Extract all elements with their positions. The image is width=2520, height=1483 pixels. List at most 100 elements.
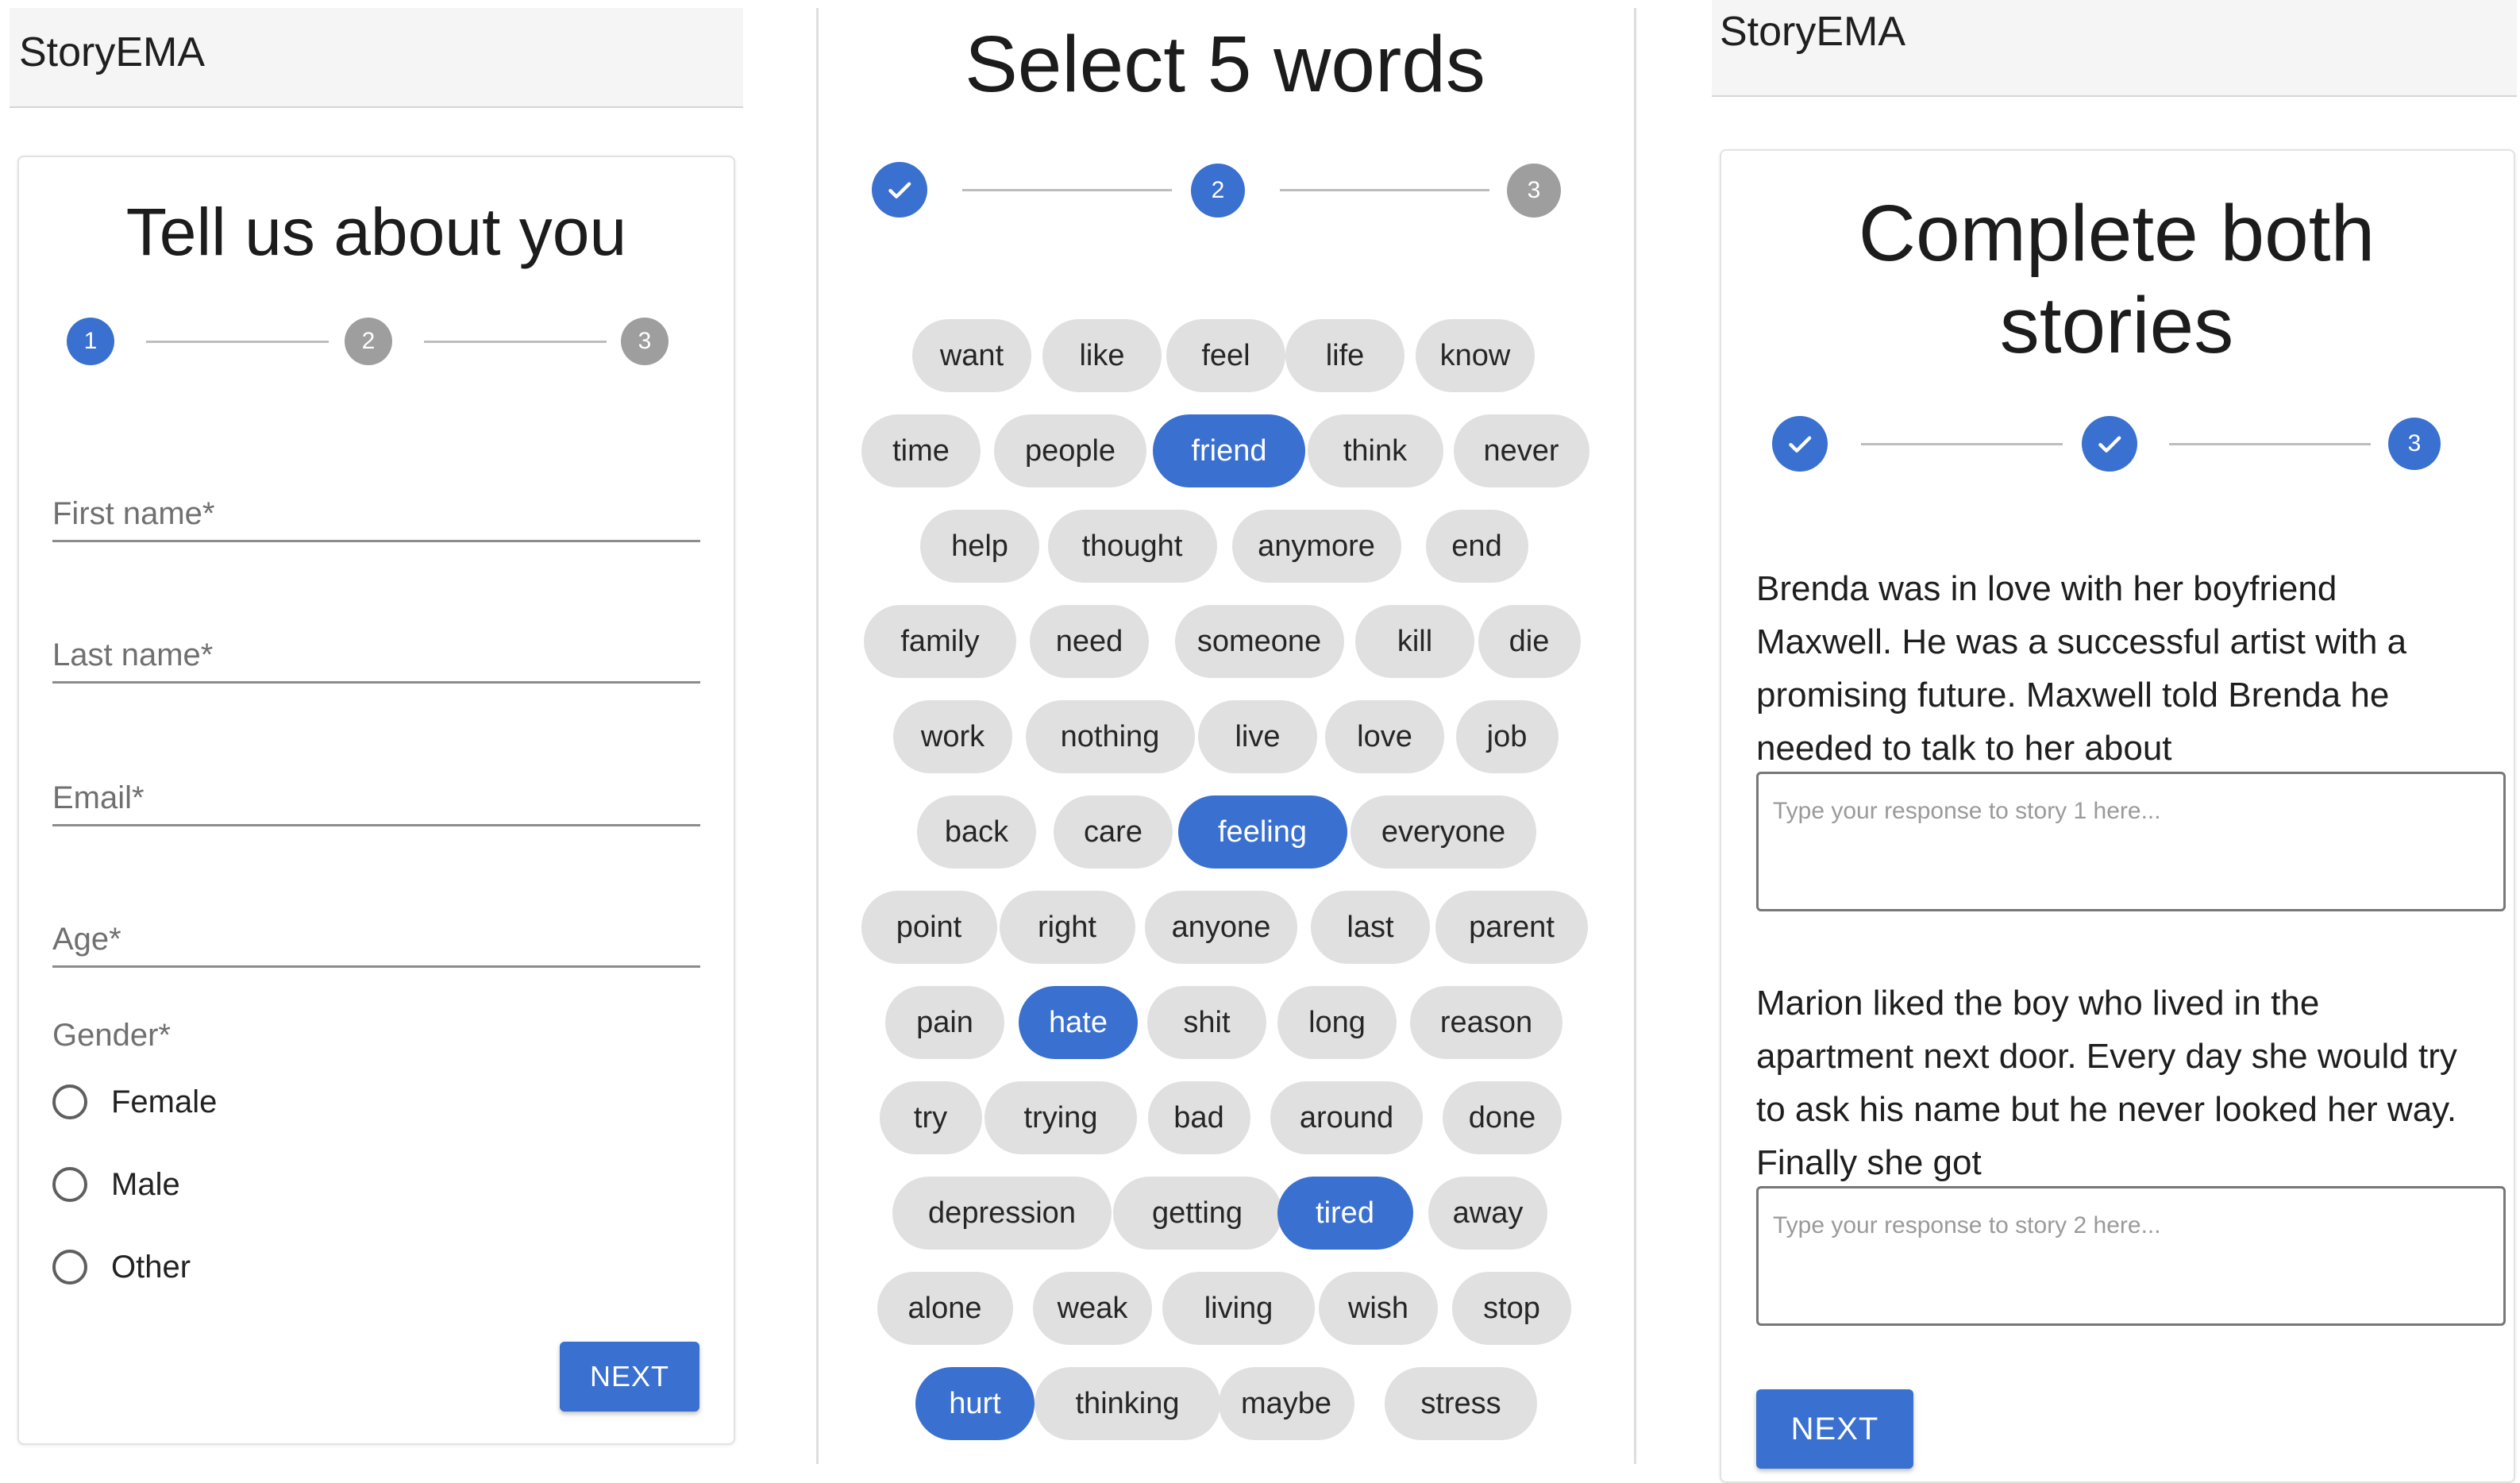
story-2-text: Marion liked the boy who lived in the ap… xyxy=(1756,984,2457,1182)
step-2-indicator: 2 xyxy=(345,318,392,365)
word-chip-trying[interactable]: trying xyxy=(984,1081,1137,1154)
word-chip-care[interactable]: care xyxy=(1054,795,1173,869)
word-chip-shit[interactable]: shit xyxy=(1147,986,1266,1059)
word-chip-never[interactable]: never xyxy=(1453,414,1589,487)
word-chip-right[interactable]: right xyxy=(999,891,1135,964)
app-bar-panel1: StoryEMA xyxy=(10,8,743,108)
word-chip-maybe[interactable]: maybe xyxy=(1218,1367,1354,1440)
step-connector xyxy=(962,189,1172,191)
stories-heading-line2: stories xyxy=(1999,281,2234,370)
step-connector xyxy=(1861,443,2063,445)
word-chip-feeling[interactable]: feeling xyxy=(1177,795,1347,869)
step-connector xyxy=(2169,443,2371,445)
stories-heading-line1: Complete both xyxy=(1858,189,2376,278)
word-chip-back[interactable]: back xyxy=(917,795,1036,869)
word-chip-think[interactable]: think xyxy=(1307,414,1443,487)
word-chip-tired[interactable]: tired xyxy=(1277,1177,1413,1250)
word-chip-want[interactable]: want xyxy=(912,319,1031,392)
gender-option-other[interactable]: Other xyxy=(52,1246,191,1288)
word-chip-people[interactable]: people xyxy=(994,414,1146,487)
word-chip-stop[interactable]: stop xyxy=(1452,1272,1571,1345)
gender-option-male[interactable]: Male xyxy=(52,1164,180,1205)
word-chip-bad[interactable]: bad xyxy=(1147,1081,1250,1154)
select-words-heading: Select 5 words xyxy=(965,20,1485,109)
word-chip-life[interactable]: life xyxy=(1285,319,1404,392)
radio-label-female: Female xyxy=(111,1084,218,1119)
stories-heading: Complete both stories xyxy=(1720,187,2514,372)
word-chip-parent[interactable]: parent xyxy=(1435,891,1588,964)
about-you-heading: Tell us about you xyxy=(125,195,627,269)
next-button-panel1[interactable]: NEXT xyxy=(560,1342,699,1412)
step-3-indicator: 3 xyxy=(621,318,669,365)
word-chip-end[interactable]: end xyxy=(1425,510,1528,583)
word-chip-know[interactable]: know xyxy=(1416,319,1535,392)
check-icon xyxy=(2098,436,2121,453)
word-chip-die[interactable]: die xyxy=(1478,605,1581,678)
word-chip-weak[interactable]: weak xyxy=(1033,1272,1152,1345)
word-chip-last[interactable]: last xyxy=(1311,891,1430,964)
word-chip-thinking[interactable]: thinking xyxy=(1035,1367,1220,1440)
word-chip-live[interactable]: live xyxy=(1198,700,1317,773)
word-chip-need[interactable]: need xyxy=(1030,605,1149,678)
radio-other[interactable] xyxy=(52,1250,87,1285)
word-chip-pain[interactable]: pain xyxy=(885,986,1004,1059)
word-chip-friend[interactable]: friend xyxy=(1153,414,1305,487)
word-chip-done[interactable]: done xyxy=(1443,1081,1562,1154)
word-chip-away[interactable]: away xyxy=(1428,1177,1547,1250)
last-name-field[interactable]: Last name* xyxy=(52,626,700,684)
story-2-response-input[interactable] xyxy=(1756,1186,2506,1326)
word-chip-family[interactable]: family xyxy=(864,605,1016,678)
radio-label-other: Other xyxy=(111,1249,191,1285)
first-name-label: First name* xyxy=(52,496,215,531)
word-chip-getting[interactable]: getting xyxy=(1112,1177,1282,1250)
word-chip-kill[interactable]: kill xyxy=(1355,605,1474,678)
word-chip-everyone[interactable]: everyone xyxy=(1351,795,1536,869)
word-chip-reason[interactable]: reason xyxy=(1410,986,1562,1059)
word-chip-thought[interactable]: thought xyxy=(1047,510,1217,583)
word-chip-time[interactable]: time xyxy=(861,414,981,487)
gender-label: Gender* xyxy=(52,1018,171,1053)
word-chip-hurt[interactable]: hurt xyxy=(915,1367,1035,1440)
step-connector xyxy=(424,341,607,343)
step-connector xyxy=(146,341,329,343)
word-chip-alone[interactable]: alone xyxy=(877,1272,1013,1345)
word-chip-job[interactable]: job xyxy=(1455,700,1559,773)
panel-divider xyxy=(1634,8,1636,1464)
word-chip-try[interactable]: try xyxy=(879,1081,982,1154)
word-chip-hate[interactable]: hate xyxy=(1019,986,1138,1059)
word-chip-stress[interactable]: stress xyxy=(1385,1367,1537,1440)
story-1-text: Brenda was in love with her boyfriend Ma… xyxy=(1756,569,2407,768)
word-chip-anyone[interactable]: anyone xyxy=(1145,891,1297,964)
word-chip-help[interactable]: help xyxy=(920,510,1039,583)
word-chip-nothing[interactable]: nothing xyxy=(1025,700,1195,773)
age-field[interactable]: Age* xyxy=(52,910,700,968)
next-button-panel3[interactable]: NEXT xyxy=(1756,1389,1913,1469)
step-connector xyxy=(1280,189,1489,191)
story-1-response-input[interactable] xyxy=(1756,772,2506,911)
word-chip-long[interactable]: long xyxy=(1277,986,1397,1059)
radio-female[interactable] xyxy=(52,1084,87,1119)
word-chip-point[interactable]: point xyxy=(861,891,997,964)
word-chip-like[interactable]: like xyxy=(1042,319,1162,392)
word-chip-anymore[interactable]: anymore xyxy=(1231,510,1401,583)
word-chip-work[interactable]: work xyxy=(893,700,1012,773)
step-2-indicator: 2 xyxy=(1191,164,1245,218)
word-chip-wish[interactable]: wish xyxy=(1319,1272,1438,1345)
app-bar-panel3: StoryEMA xyxy=(1712,0,2517,97)
email-field[interactable]: Email* xyxy=(52,768,700,826)
email-label: Email* xyxy=(52,780,144,815)
step-1-complete-indicator xyxy=(872,162,927,218)
radio-male[interactable] xyxy=(52,1167,87,1202)
word-chip-around[interactable]: around xyxy=(1270,1081,1423,1154)
word-chip-love[interactable]: love xyxy=(1325,700,1444,773)
word-chip-feel[interactable]: feel xyxy=(1166,319,1285,392)
app-title: StoryEMA xyxy=(1720,9,1906,55)
gender-option-female[interactable]: Female xyxy=(52,1081,217,1123)
app-title: StoryEMA xyxy=(19,29,206,75)
word-chip-living[interactable]: living xyxy=(1162,1272,1315,1345)
step-3-indicator: 3 xyxy=(2388,418,2441,470)
word-chip-someone[interactable]: someone xyxy=(1174,605,1344,678)
word-chip-depression[interactable]: depression xyxy=(892,1177,1112,1250)
first-name-field[interactable]: First name* xyxy=(52,484,700,542)
radio-label-male: Male xyxy=(111,1166,180,1202)
